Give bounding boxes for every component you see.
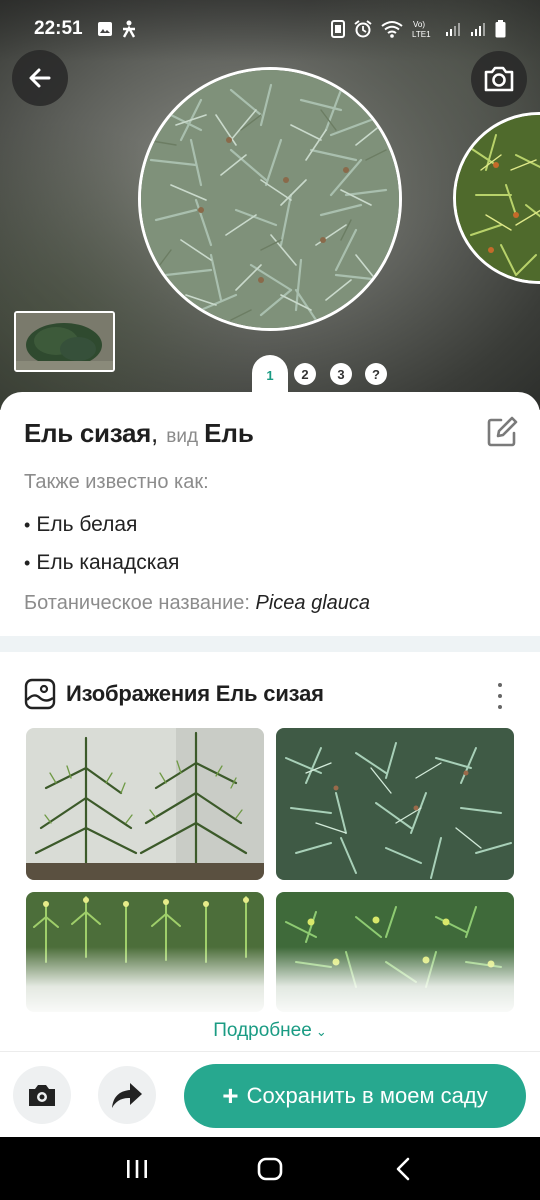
status-time: 22:51 — [34, 18, 83, 39]
bullet-icon: • — [24, 515, 31, 535]
more-options-button[interactable] — [488, 680, 512, 712]
camera-icon — [484, 66, 514, 92]
plus-icon: + — [222, 1080, 239, 1111]
arrow-left-icon — [29, 68, 51, 88]
save-to-garden-button[interactable]: + Сохранить в моем саду — [184, 1064, 526, 1128]
spruce-photo — [141, 70, 399, 328]
dot-icon — [498, 705, 502, 709]
camera-icon — [29, 1085, 55, 1106]
pager-dot-3[interactable]: 3 — [330, 363, 352, 385]
camera-button[interactable] — [471, 51, 527, 107]
recent-apps-button[interactable] — [117, 1149, 157, 1189]
alarm-icon — [354, 20, 372, 38]
battery-icon — [495, 20, 506, 38]
status-bar: 22:51 Vo) LTE1 — [0, 0, 540, 58]
identify-camera-button[interactable] — [13, 1066, 71, 1124]
gallery-fade-overlay — [0, 947, 540, 1019]
pager-tab-active[interactable]: 1 — [252, 355, 288, 395]
gallery-photo[interactable] — [276, 728, 514, 880]
pager-dot-2[interactable]: 2 — [294, 363, 316, 385]
aliases-list: • Ель белая • Ель канадская — [24, 506, 516, 582]
accessibility-icon — [122, 20, 135, 38]
plant-name: Ель сизая — [24, 418, 152, 448]
chevron-left-icon — [397, 1157, 410, 1180]
also-known-label: Также известно как: — [24, 471, 209, 493]
bullet-icon: • — [24, 553, 31, 573]
images-section-header: Изображения Ель сизая — [24, 678, 324, 710]
system-back-button[interactable] — [383, 1149, 423, 1189]
alias-text: Ель канадская — [36, 551, 180, 574]
chevron-down-icon: ⌄ — [315, 1024, 327, 1039]
volte-icon: Vo)LTE1 — [412, 20, 431, 39]
bottom-action-bar: + Сохранить в моем саду — [0, 1051, 540, 1137]
system-nav-bar — [0, 1137, 540, 1200]
spruce-seedlings-photo — [26, 728, 264, 880]
plant-title: Ель сизая, вид Ель — [24, 418, 516, 449]
pager-dot-unknown[interactable]: ? — [365, 363, 387, 385]
more-details-link[interactable]: Подробнее ⌄ — [0, 1020, 540, 1042]
svg-text:LTE1: LTE1 — [412, 30, 431, 39]
back-button[interactable] — [12, 50, 68, 106]
images-section: Изображения Ель сизая Подробнее ⌄ — [0, 652, 540, 1052]
nfc-icon — [331, 20, 345, 38]
botanical-name-row: Ботаническое название: Picea glauca — [24, 592, 516, 615]
image-gallery-icon — [24, 678, 56, 710]
hero-gallery: 22:51 Vo) LTE1 1 2 3 ? — [0, 0, 540, 410]
share-icon — [112, 1083, 142, 1108]
dot-icon — [498, 694, 502, 698]
dot-icon — [498, 683, 502, 687]
home-button[interactable] — [250, 1149, 290, 1189]
gallery-photo[interactable] — [26, 728, 264, 880]
alias-item: • Ель белая — [24, 506, 516, 544]
edit-button[interactable] — [484, 414, 520, 450]
home-icon — [257, 1157, 283, 1180]
svg-text:Vo): Vo) — [413, 20, 425, 29]
recents-icon — [126, 1159, 147, 1178]
wifi-icon — [381, 21, 403, 38]
title-comma: , — [151, 418, 159, 448]
edit-icon — [487, 416, 518, 447]
save-to-garden-label: Сохранить в моем саду — [246, 1083, 488, 1108]
photo-pager: 1 2 3 ? — [0, 355, 540, 395]
spruce-needles-photo — [276, 728, 514, 880]
gallery-icon — [97, 22, 112, 36]
signal-icon — [446, 23, 460, 36]
more-details-label: Подробнее — [213, 1020, 312, 1041]
share-button[interactable] — [98, 1066, 156, 1124]
alias-text: Ель белая — [36, 513, 138, 536]
section-separator — [0, 636, 540, 652]
alias-item: • Ель канадская — [24, 544, 516, 582]
genus-name[interactable]: Ель — [204, 418, 254, 449]
genus-prefix: вид — [166, 426, 199, 447]
signal-icon — [471, 23, 485, 36]
images-section-title: Изображения Ель сизая — [66, 681, 324, 706]
plant-info-card: Ель сизая, вид Ель Также известно как: •… — [0, 392, 540, 637]
botanical-label: Ботаническое название: — [24, 592, 250, 614]
botanical-name: Picea glauca — [255, 592, 371, 614]
main-photo[interactable] — [138, 67, 402, 331]
